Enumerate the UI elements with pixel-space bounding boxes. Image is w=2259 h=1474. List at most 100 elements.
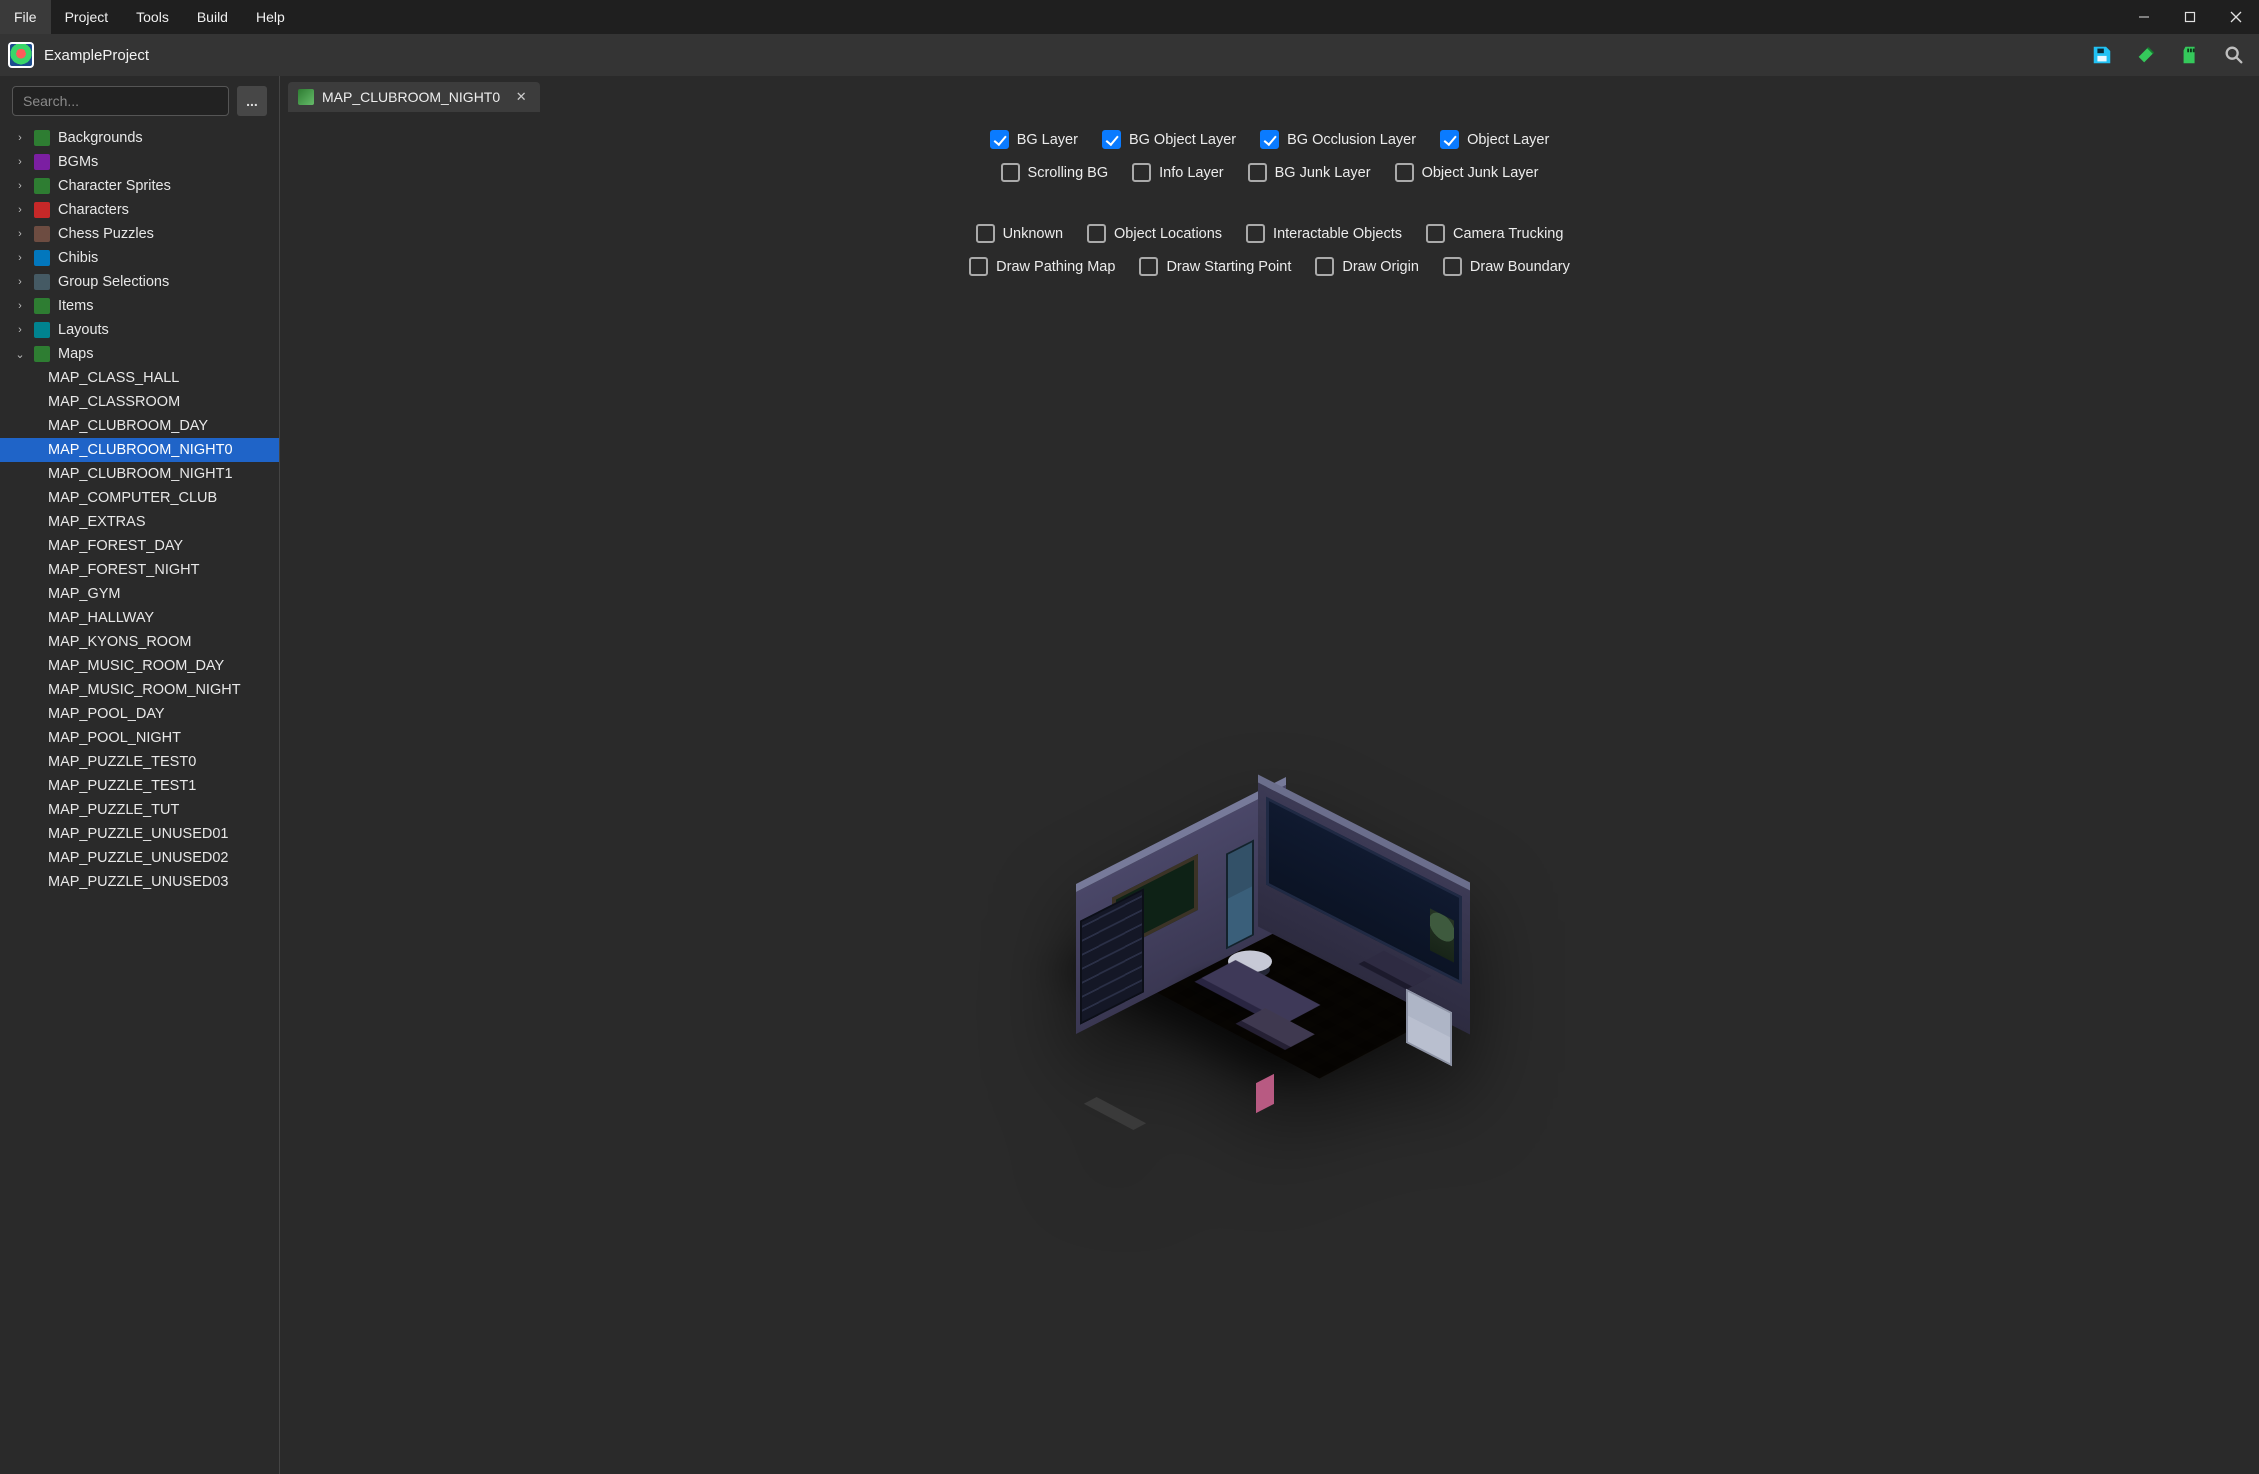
tree-item-map_puzzle_test1[interactable]: MAP_PUZZLE_TEST1 bbox=[0, 774, 279, 798]
checkbox-object-locations[interactable]: Object Locations bbox=[1087, 224, 1222, 243]
checkbox-label: Draw Origin bbox=[1342, 259, 1419, 275]
tree-item-map_puzzle_unused02[interactable]: MAP_PUZZLE_UNUSED02 bbox=[0, 846, 279, 870]
tab-map[interactable]: MAP_CLUBROOM_NIGHT0 ✕ bbox=[288, 82, 540, 112]
menu-file[interactable]: File bbox=[0, 0, 51, 34]
checkbox-draw-boundary[interactable]: Draw Boundary bbox=[1443, 257, 1570, 276]
chevron-right-icon[interactable]: › bbox=[14, 228, 26, 240]
tree-item-map_puzzle_tut[interactable]: MAP_PUZZLE_TUT bbox=[0, 798, 279, 822]
checkbox-unknown[interactable]: Unknown bbox=[976, 224, 1063, 243]
tree-item-map_pool_night[interactable]: MAP_POOL_NIGHT bbox=[0, 726, 279, 750]
menu-project[interactable]: Project bbox=[51, 0, 123, 34]
checkbox-scrolling-bg[interactable]: Scrolling BG bbox=[1001, 163, 1109, 182]
search-icon[interactable] bbox=[2217, 38, 2251, 72]
tree-item-label: MAP_PUZZLE_UNUSED02 bbox=[48, 850, 229, 866]
chevron-down-icon[interactable]: ⌄ bbox=[14, 348, 26, 361]
tree-folder-layouts[interactable]: ›Layouts bbox=[0, 318, 279, 342]
tab-close-icon[interactable]: ✕ bbox=[512, 88, 530, 106]
tab-bar: MAP_CLUBROOM_NIGHT0 ✕ bbox=[280, 76, 2259, 112]
tree-folder-label: Chibis bbox=[58, 250, 98, 266]
search-input[interactable] bbox=[12, 86, 229, 116]
tree-folder-backgrounds[interactable]: ›Backgrounds bbox=[0, 126, 279, 150]
tree-item-map_puzzle_test0[interactable]: MAP_PUZZLE_TEST0 bbox=[0, 750, 279, 774]
tree-item-map_pool_day[interactable]: MAP_POOL_DAY bbox=[0, 702, 279, 726]
tree-item-map_classroom[interactable]: MAP_CLASSROOM bbox=[0, 390, 279, 414]
map-canvas[interactable] bbox=[1050, 786, 1490, 1116]
menu-build[interactable]: Build bbox=[183, 0, 242, 34]
tree-item-map_music_room_day[interactable]: MAP_MUSIC_ROOM_DAY bbox=[0, 654, 279, 678]
tree-item-map_gym[interactable]: MAP_GYM bbox=[0, 582, 279, 606]
search-more-button[interactable]: ... bbox=[237, 86, 267, 116]
chevron-right-icon[interactable]: › bbox=[14, 276, 26, 288]
checkbox-box-icon bbox=[1246, 224, 1265, 243]
tree-item-map_music_room_night[interactable]: MAP_MUSIC_ROOM_NIGHT bbox=[0, 678, 279, 702]
chevron-right-icon[interactable]: › bbox=[14, 180, 26, 192]
folder-icon bbox=[34, 274, 50, 290]
tree-folder-bgms[interactable]: › BGMs bbox=[0, 150, 279, 174]
build-arrow-icon[interactable] bbox=[2129, 38, 2163, 72]
folder-icon bbox=[34, 250, 50, 266]
main-split: ... ›Backgrounds›BGMs›Character Sprites›… bbox=[0, 76, 2259, 1474]
tree-item-map_extras[interactable]: MAP_EXTRAS bbox=[0, 510, 279, 534]
save-icon[interactable] bbox=[2085, 38, 2119, 72]
tree-item-map_forest_day[interactable]: MAP_FOREST_DAY bbox=[0, 534, 279, 558]
checkbox-box-icon bbox=[1132, 163, 1151, 182]
tree-item-map_computer_club[interactable]: MAP_COMPUTER_CLUB bbox=[0, 486, 279, 510]
tree-folder-characters[interactable]: ›Characters bbox=[0, 198, 279, 222]
folder-icon bbox=[34, 346, 50, 362]
project-strip: ExampleProject bbox=[0, 34, 2259, 76]
tree-folder-chibis[interactable]: › Chibis bbox=[0, 246, 279, 270]
chevron-right-icon[interactable]: › bbox=[14, 204, 26, 216]
chevron-right-icon[interactable]: › bbox=[14, 252, 26, 264]
checkbox-box-icon bbox=[1001, 163, 1020, 182]
tree-item-map_clubroom_night1[interactable]: MAP_CLUBROOM_NIGHT1 bbox=[0, 462, 279, 486]
folder-icon bbox=[34, 298, 50, 314]
checkbox-draw-origin[interactable]: Draw Origin bbox=[1315, 257, 1419, 276]
tree-item-map_kyons_room[interactable]: MAP_KYONS_ROOM bbox=[0, 630, 279, 654]
tree-item-map_clubroom_day[interactable]: MAP_CLUBROOM_DAY bbox=[0, 414, 279, 438]
checkbox-label: BG Layer bbox=[1017, 132, 1078, 148]
tree-item-label: MAP_PUZZLE_UNUSED03 bbox=[48, 874, 229, 890]
tree-folder-label: BGMs bbox=[58, 154, 98, 170]
checkbox-label: Camera Trucking bbox=[1453, 226, 1563, 242]
checkbox-label: Object Locations bbox=[1114, 226, 1222, 242]
checkbox-object-junk-layer[interactable]: Object Junk Layer bbox=[1395, 163, 1539, 182]
menu-help[interactable]: Help bbox=[242, 0, 299, 34]
tree-item-map_clubroom_night0[interactable]: MAP_CLUBROOM_NIGHT0 bbox=[0, 438, 279, 462]
tree-folder-maps[interactable]: ⌄Maps bbox=[0, 342, 279, 366]
checkbox-label: Object Layer bbox=[1467, 132, 1549, 148]
checkbox-row-2: Unknown Object Locations Interactable Obje… bbox=[976, 224, 1564, 243]
window-minimize-button[interactable] bbox=[2121, 0, 2167, 34]
chevron-right-icon[interactable]: › bbox=[14, 324, 26, 336]
tree-item-map_class_hall[interactable]: MAP_CLASS_HALL bbox=[0, 366, 279, 390]
checkbox-bg-occlusion-layer[interactable]: BG Occlusion Layer bbox=[1260, 130, 1416, 149]
folder-icon bbox=[34, 202, 50, 218]
chevron-right-icon[interactable]: › bbox=[14, 132, 26, 144]
tree-item-map_puzzle_unused03[interactable]: MAP_PUZZLE_UNUSED03 bbox=[0, 870, 279, 894]
checkbox-object-layer[interactable]: Object Layer bbox=[1440, 130, 1549, 149]
checkbox-info-layer[interactable]: Info Layer bbox=[1132, 163, 1224, 182]
tree-item-map_puzzle_unused01[interactable]: MAP_PUZZLE_UNUSED01 bbox=[0, 822, 279, 846]
tree-item-map_hallway[interactable]: MAP_HALLWAY bbox=[0, 606, 279, 630]
asset-tree[interactable]: ›Backgrounds›BGMs›Character Sprites›Char… bbox=[0, 126, 279, 1474]
checkbox-draw-pathing-map[interactable]: Draw Pathing Map bbox=[969, 257, 1115, 276]
checkbox-bg-object-layer[interactable]: BG Object Layer bbox=[1102, 130, 1236, 149]
checkbox-camera-trucking[interactable]: Camera Trucking bbox=[1426, 224, 1563, 243]
checkbox-bg-layer[interactable]: BG Layer bbox=[990, 130, 1078, 149]
chevron-right-icon[interactable]: › bbox=[14, 300, 26, 312]
checkbox-box-icon bbox=[1315, 257, 1334, 276]
checkbox-interactable-objects[interactable]: Interactable Objects bbox=[1246, 224, 1402, 243]
window-maximize-button[interactable] bbox=[2167, 0, 2213, 34]
chevron-right-icon[interactable]: › bbox=[14, 156, 26, 168]
sd-card-icon[interactable] bbox=[2173, 38, 2207, 72]
checkbox-label: Object Junk Layer bbox=[1422, 165, 1539, 181]
checkbox-draw-starting-point[interactable]: Draw Starting Point bbox=[1139, 257, 1291, 276]
tree-folder-character-sprites[interactable]: ›Character Sprites bbox=[0, 174, 279, 198]
checkbox-bg-junk-layer[interactable]: BG Junk Layer bbox=[1248, 163, 1371, 182]
tree-folder-items[interactable]: ›Items bbox=[0, 294, 279, 318]
tree-folder-chess-puzzles[interactable]: ›Chess Puzzles bbox=[0, 222, 279, 246]
menu-tools[interactable]: Tools bbox=[122, 0, 183, 34]
tree-item-label: MAP_CLASSROOM bbox=[48, 394, 180, 410]
tree-folder-group-selections[interactable]: ›Group Selections bbox=[0, 270, 279, 294]
window-close-button[interactable] bbox=[2213, 0, 2259, 34]
tree-item-map_forest_night[interactable]: MAP_FOREST_NIGHT bbox=[0, 558, 279, 582]
